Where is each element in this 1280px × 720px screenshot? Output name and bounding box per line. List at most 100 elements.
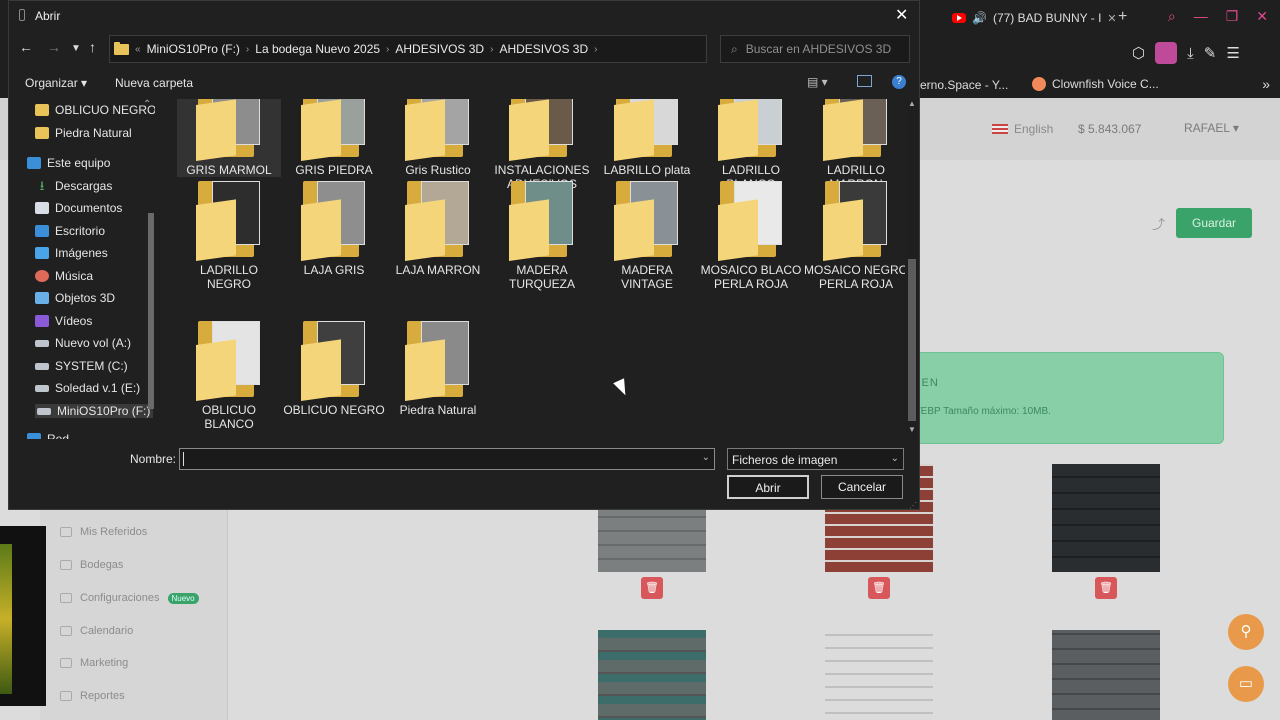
filetype-select[interactable]: Ficheros de imagen ⌄ (727, 448, 904, 470)
folder-item[interactable]: LABRILLO plata (595, 99, 699, 177)
folder-item[interactable]: MOSAICO NEGRO PERLA ROJA (804, 179, 905, 291)
help-icon[interactable]: ? (892, 75, 906, 89)
scroll-down-icon[interactable]: ▼ (908, 425, 916, 434)
upload-dropzone[interactable] (906, 352, 1224, 444)
chevron-down-icon[interactable]: ⌄ (702, 452, 710, 463)
broadcast-icon[interactable]: ⚲ (1228, 614, 1264, 650)
folder-item[interactable]: MADERA VINTAGE (595, 179, 699, 291)
nav-item[interactable]: MiniOS10Pro (F:) (35, 404, 153, 418)
nav-item[interactable]: Este equipo (27, 156, 110, 170)
folder-item[interactable]: MADERA TURQUEZA (490, 179, 594, 291)
texture-thumbnail[interactable] (598, 630, 706, 720)
folder-item[interactable]: OBLICUO BLANCO (177, 319, 281, 431)
up-arrow-icon[interactable]: ↑ (89, 39, 96, 55)
breadcrumb-item[interactable]: AHDESIVOS 3D (499, 42, 588, 56)
nav-item[interactable]: OBLICUO NEGRO (35, 103, 155, 117)
download-icon[interactable]: ⤓ (1187, 45, 1194, 62)
sidebar-item-reportes[interactable]: Reportes (60, 690, 125, 702)
close-window-icon[interactable]: ✕ (1256, 8, 1268, 25)
sidebar-item-referidos[interactable]: Mis Referidos (60, 526, 147, 538)
nav-item[interactable]: Vídeos (35, 314, 92, 328)
breadcrumb-item[interactable]: AHDESIVOS 3D (395, 42, 484, 56)
address-bar[interactable]: « MiniOS10Pro (F:) › La bodega Nuevo 202… (109, 35, 797, 63)
folder-item[interactable]: Piedra Natural (386, 319, 490, 417)
extension-icon[interactable]: ⬡ (1132, 44, 1145, 62)
bookmark-item[interactable]: Clownfish Voice C... (1032, 77, 1159, 91)
preview-pane-icon[interactable] (857, 75, 872, 87)
recent-locations-icon[interactable]: ▼ (71, 43, 81, 54)
folder-item[interactable]: LADRILLO MARRON (804, 99, 905, 191)
delete-icon[interactable]: 🗑 (868, 577, 890, 599)
folder-item[interactable]: GRIS PIEDRA (282, 99, 386, 177)
chevron-right-icon[interactable]: › (246, 44, 249, 55)
close-tab-icon[interactable]: ✕ (1107, 12, 1116, 25)
sidebar-item-calendario[interactable]: Calendario (60, 625, 133, 637)
nav-item[interactable]: ⭳ Descargas (35, 179, 113, 193)
chevron-right-icon[interactable]: › (594, 44, 597, 55)
texture-thumbnail[interactable] (1052, 630, 1160, 720)
breadcrumb-item[interactable]: MiniOS10Pro (F:) (147, 42, 240, 56)
content-scrollbar[interactable]: ▲ ▼ (906, 99, 918, 439)
nav-item[interactable]: Soledad v.1 (E:) (35, 381, 140, 395)
nav-item[interactable]: Red (27, 432, 69, 439)
folder-item[interactable]: OBLICUO NEGRO (282, 319, 386, 417)
breadcrumb-overflow-icon[interactable]: « (135, 44, 141, 55)
texture-thumbnail[interactable] (825, 630, 933, 720)
search-box[interactable]: ⌕ Buscar en AHDESIVOS 3D (720, 35, 910, 63)
folder-item[interactable]: MOSAICO BLACO PERLA ROJA (699, 179, 803, 291)
browser-tab-youtube[interactable]: 🔊 (77) BAD BUNNY - I ✕ (952, 6, 1120, 30)
folder-item[interactable]: LAJA GRIS (282, 179, 386, 277)
close-icon[interactable]: ✕ (895, 5, 908, 25)
profile-avatar[interactable] (1155, 42, 1178, 64)
menu-icon[interactable]: ☰ (1226, 44, 1239, 62)
folder-item[interactable]: LADRILLO BLANCO (699, 99, 803, 191)
new-tab-icon[interactable]: + (1118, 8, 1127, 26)
nav-item[interactable]: Piedra Natural (35, 126, 132, 140)
scroll-up-icon[interactable]: ▲ (908, 99, 916, 108)
chevron-right-icon[interactable]: › (490, 44, 493, 55)
open-button[interactable]: Abrir (727, 475, 809, 499)
nav-item[interactable]: Imágenes (35, 246, 108, 260)
minimize-icon[interactable]: — (1194, 8, 1208, 25)
folder-item[interactable]: GRIS MARMOL (177, 99, 281, 177)
save-button[interactable]: Guardar (1176, 208, 1252, 238)
nav-item[interactable]: Música (35, 269, 93, 283)
nav-scrollbar[interactable] (147, 103, 155, 439)
ai-icon[interactable]: ✎ (1204, 44, 1217, 62)
restore-icon[interactable]: ❐ (1226, 8, 1239, 25)
search-icon[interactable]: ⌕ (1168, 8, 1176, 25)
nav-item[interactable]: SYSTEM (C:) (35, 359, 128, 373)
folder-item[interactable]: LAJA MARRON (386, 179, 490, 277)
language-selector[interactable]: English (992, 122, 1053, 136)
texture-thumbnail[interactable] (1052, 464, 1160, 572)
nav-item[interactable]: Documentos (35, 201, 122, 215)
scrollbar-thumb[interactable] (908, 259, 916, 421)
organize-button[interactable]: Organizar ▾ (25, 76, 87, 90)
cancel-button[interactable]: Cancelar (821, 475, 903, 499)
user-menu[interactable]: RAFAEL ▾ (1184, 121, 1239, 135)
change-view-icon[interactable]: ▤ ▾ (807, 75, 828, 89)
scrollbar-thumb[interactable] (148, 213, 154, 409)
nav-item[interactable]: Escritorio (35, 224, 105, 238)
bookmark-item[interactable]: xerno.Space - Y... (914, 78, 1008, 92)
folder-item[interactable]: Gris Rustico (386, 99, 490, 177)
delete-icon[interactable]: 🗑 (1095, 577, 1117, 599)
folder-item[interactable]: LADRILLO NEGRO (177, 179, 281, 291)
back-arrow-icon[interactable]: ← (19, 39, 33, 55)
resize-grip-icon[interactable]: ⋰ (909, 501, 917, 510)
chat-icon[interactable]: ▭ (1228, 666, 1264, 702)
chevron-right-icon[interactable]: › (386, 44, 389, 55)
breadcrumb-item[interactable]: La bodega Nuevo 2025 (255, 42, 380, 56)
new-folder-button[interactable]: Nueva carpeta (115, 76, 193, 90)
nav-item[interactable]: Objetos 3D (35, 291, 115, 305)
delete-icon[interactable]: 🗑 (641, 577, 663, 599)
filename-input[interactable]: ⌄ (179, 448, 715, 470)
more-bookmarks-icon[interactable]: » (1262, 76, 1270, 92)
sidebar-item-bodegas[interactable]: Bodegas (60, 559, 123, 571)
sidebar-item-configuraciones[interactable]: Configuraciones Nuevo (60, 592, 199, 604)
nav-item[interactable]: Nuevo vol (A:) (35, 336, 131, 350)
sidebar-item-marketing[interactable]: Marketing (60, 657, 128, 669)
share-icon[interactable]: ⤴ (1152, 214, 1165, 233)
forward-arrow-icon[interactable]: → (47, 39, 61, 55)
folder-item[interactable]: INSTALACIONES ADHESIVOS (490, 99, 594, 191)
